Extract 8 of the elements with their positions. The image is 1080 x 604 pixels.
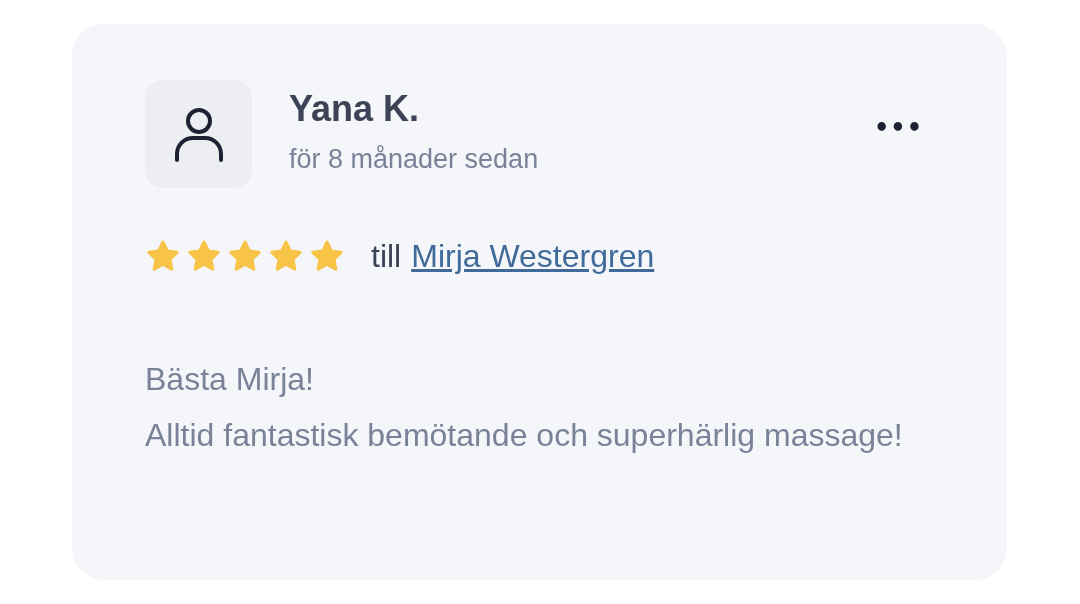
- review-text: Alltid fantastisk bemötande och superhärlig massage!: [145, 416, 904, 455]
- recipient-link[interactable]: Mirja Westergren: [411, 238, 655, 275]
- recipient-label: till: [371, 238, 402, 275]
- review-text: Bästa Mirja!: [145, 360, 315, 399]
- review-time: för 8 månader sedan: [289, 144, 539, 175]
- person-icon: [172, 106, 225, 162]
- author-name: Yana K.: [289, 88, 420, 130]
- more-menu-button[interactable]: •••: [873, 114, 923, 142]
